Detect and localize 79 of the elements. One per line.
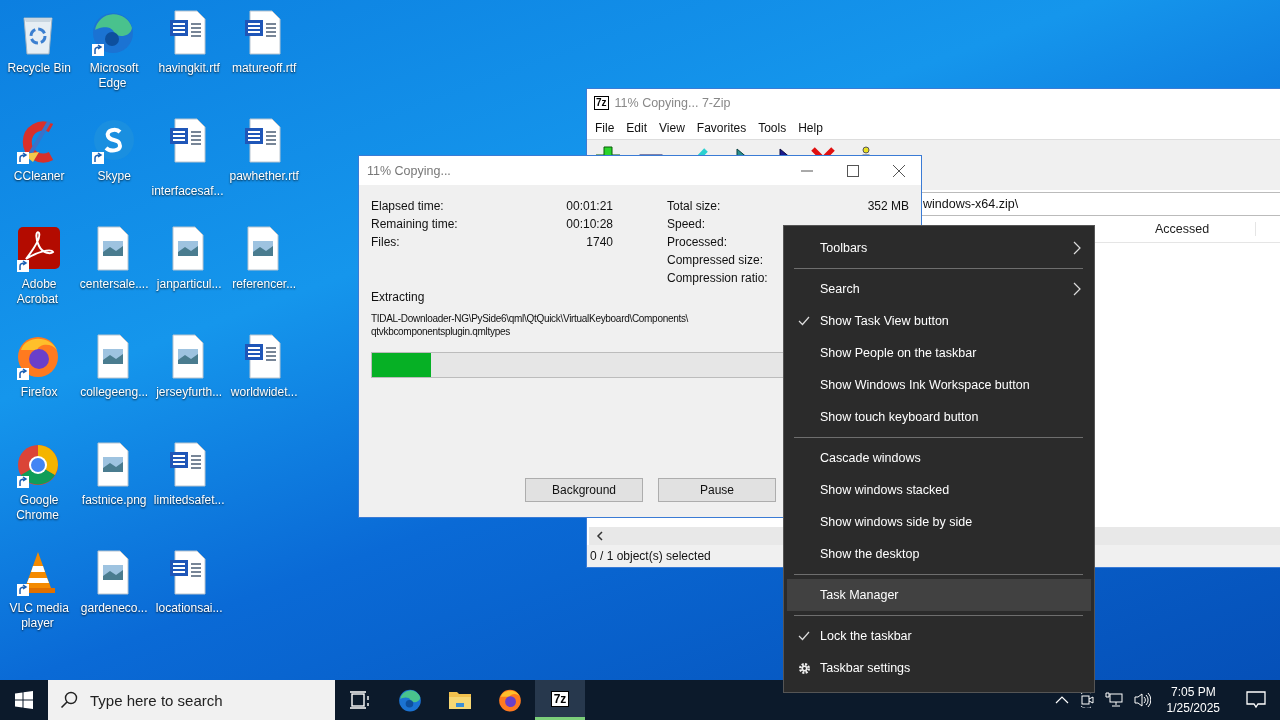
chevron-right-icon [1073,282,1081,296]
context-menu-item[interactable]: Show windows side by side [787,506,1091,538]
desktop-item[interactable]: matureoff.rtf [225,4,300,108]
menu-item[interactable]: View [653,119,691,137]
shortcut-arrow-icon [91,152,104,164]
operation-label: Extracting [371,290,426,304]
desktop-item[interactable]: VLC media player [0,544,75,648]
desktop-item[interactable]: fastnice.png [75,436,150,540]
clock-date[interactable]: 1/25/2025 [1166,700,1220,716]
file-path: qtvkbcomponentsplugin.qmltypes [371,325,510,338]
menu-item[interactable]: Edit [620,119,654,137]
shortcut-arrow-icon [16,260,29,272]
desktop-item[interactable]: gardeneco... [75,544,150,648]
notification-icon[interactable] [1246,691,1266,709]
stat-value: 1740 [586,235,613,251]
menu-item[interactable]: File [589,119,621,137]
check-icon [798,631,810,641]
window-title: 11% Copying... 7-Zip [614,96,731,110]
context-menu-item[interactable]: Lock the taskbar [787,620,1091,652]
dialog-button[interactable]: Background [525,478,643,502]
context-menu-item[interactable]: Search [787,273,1091,305]
shortcut-arrow-icon [91,44,104,56]
check-icon [798,316,810,326]
stat-label: Speed: [667,217,706,233]
clock-time[interactable]: 7:05 PM [1170,684,1216,700]
stat-label: Compression ratio: [667,271,768,287]
camera-icon[interactable] [1078,692,1095,708]
context-menu-item[interactable]: Cascade windows [787,442,1091,474]
file-path: TIDAL-Downloader-NG\PySide6\qml\QtQuick\VirtualKeyboard\Components\ [371,312,689,325]
desktop-item[interactable]: havingkit.rtf [150,4,225,108]
shortcut-arrow-icon [16,152,29,164]
search-box[interactable]: Type here to search [48,680,335,720]
taskbar-app-button[interactable]: 7z [535,680,585,720]
shortcut-arrow-icon [16,368,29,380]
stat-label: Compressed size: [667,253,764,269]
dialog-button[interactable]: Pause [658,478,776,502]
app-logo: 7z [594,96,609,110]
stat-label: Elapsed time: [371,199,444,215]
shortcut-arrow-icon [16,584,29,596]
search-field[interactable]: Type here to search [88,690,322,710]
column-header[interactable]: Accessed [1149,222,1256,236]
stat-label: Files: [371,235,400,251]
stat-value: 352 MB [867,199,909,215]
stat-label: Remaining time: [371,217,458,233]
windows-logo-icon[interactable] [15,691,33,709]
chevron-up-icon[interactable] [1054,696,1069,704]
context-menu-item[interactable]: Show touch keyboard button [787,401,1091,433]
stat-value: 00:10:28 [566,217,613,233]
maximize-icon[interactable] [847,164,859,177]
context-menu-item[interactable]: Toolbars [787,232,1091,264]
speaker-icon[interactable] [1132,692,1151,708]
network-icon[interactable] [1104,692,1123,708]
gear-icon [797,661,811,675]
context-menu-item[interactable]: Show People on the taskbar [787,337,1091,369]
desktop-item[interactable]: Recycle Bin [0,4,75,108]
desktop-item[interactable]: Microsoft Edge [75,4,150,108]
search-icon [60,691,78,709]
desktop-item[interactable]: Skype [75,112,150,216]
desktop-item[interactable]: CCleaner [0,112,75,216]
chevron-right-icon [1073,241,1081,255]
stat-label: Processed: [667,235,728,251]
context-menu-item[interactable]: Taskbar settings [787,652,1091,684]
context-menu-item[interactable]: Show the desktop [787,538,1091,570]
context-menu-item[interactable]: Show Task View button [787,305,1091,337]
dialog-title: 11% Copying... [367,163,451,178]
menu-item[interactable]: Favorites [690,119,753,137]
desktop-item[interactable]: worldwidet... [225,328,300,432]
desktop-item[interactable]: limitedsafet... [150,436,225,540]
desktop-item[interactable]: locationsai... [150,544,225,648]
close-icon[interactable] [893,164,905,177]
desktop-item[interactable]: Google Chrome [0,436,75,540]
context-menu-item[interactable]: Show Windows Ink Workspace button [787,369,1091,401]
menu-item[interactable]: Tools [752,119,793,137]
menu-item[interactable]: Help [792,119,829,137]
context-menu-item[interactable]: Show windows stacked [787,474,1091,506]
stat-label: Total size: [667,199,721,215]
status-text: 0 / 1 object(s) selected [590,549,711,563]
shortcut-arrow-icon [16,476,29,488]
context-menu-item[interactable]: Task Manager [787,579,1091,611]
